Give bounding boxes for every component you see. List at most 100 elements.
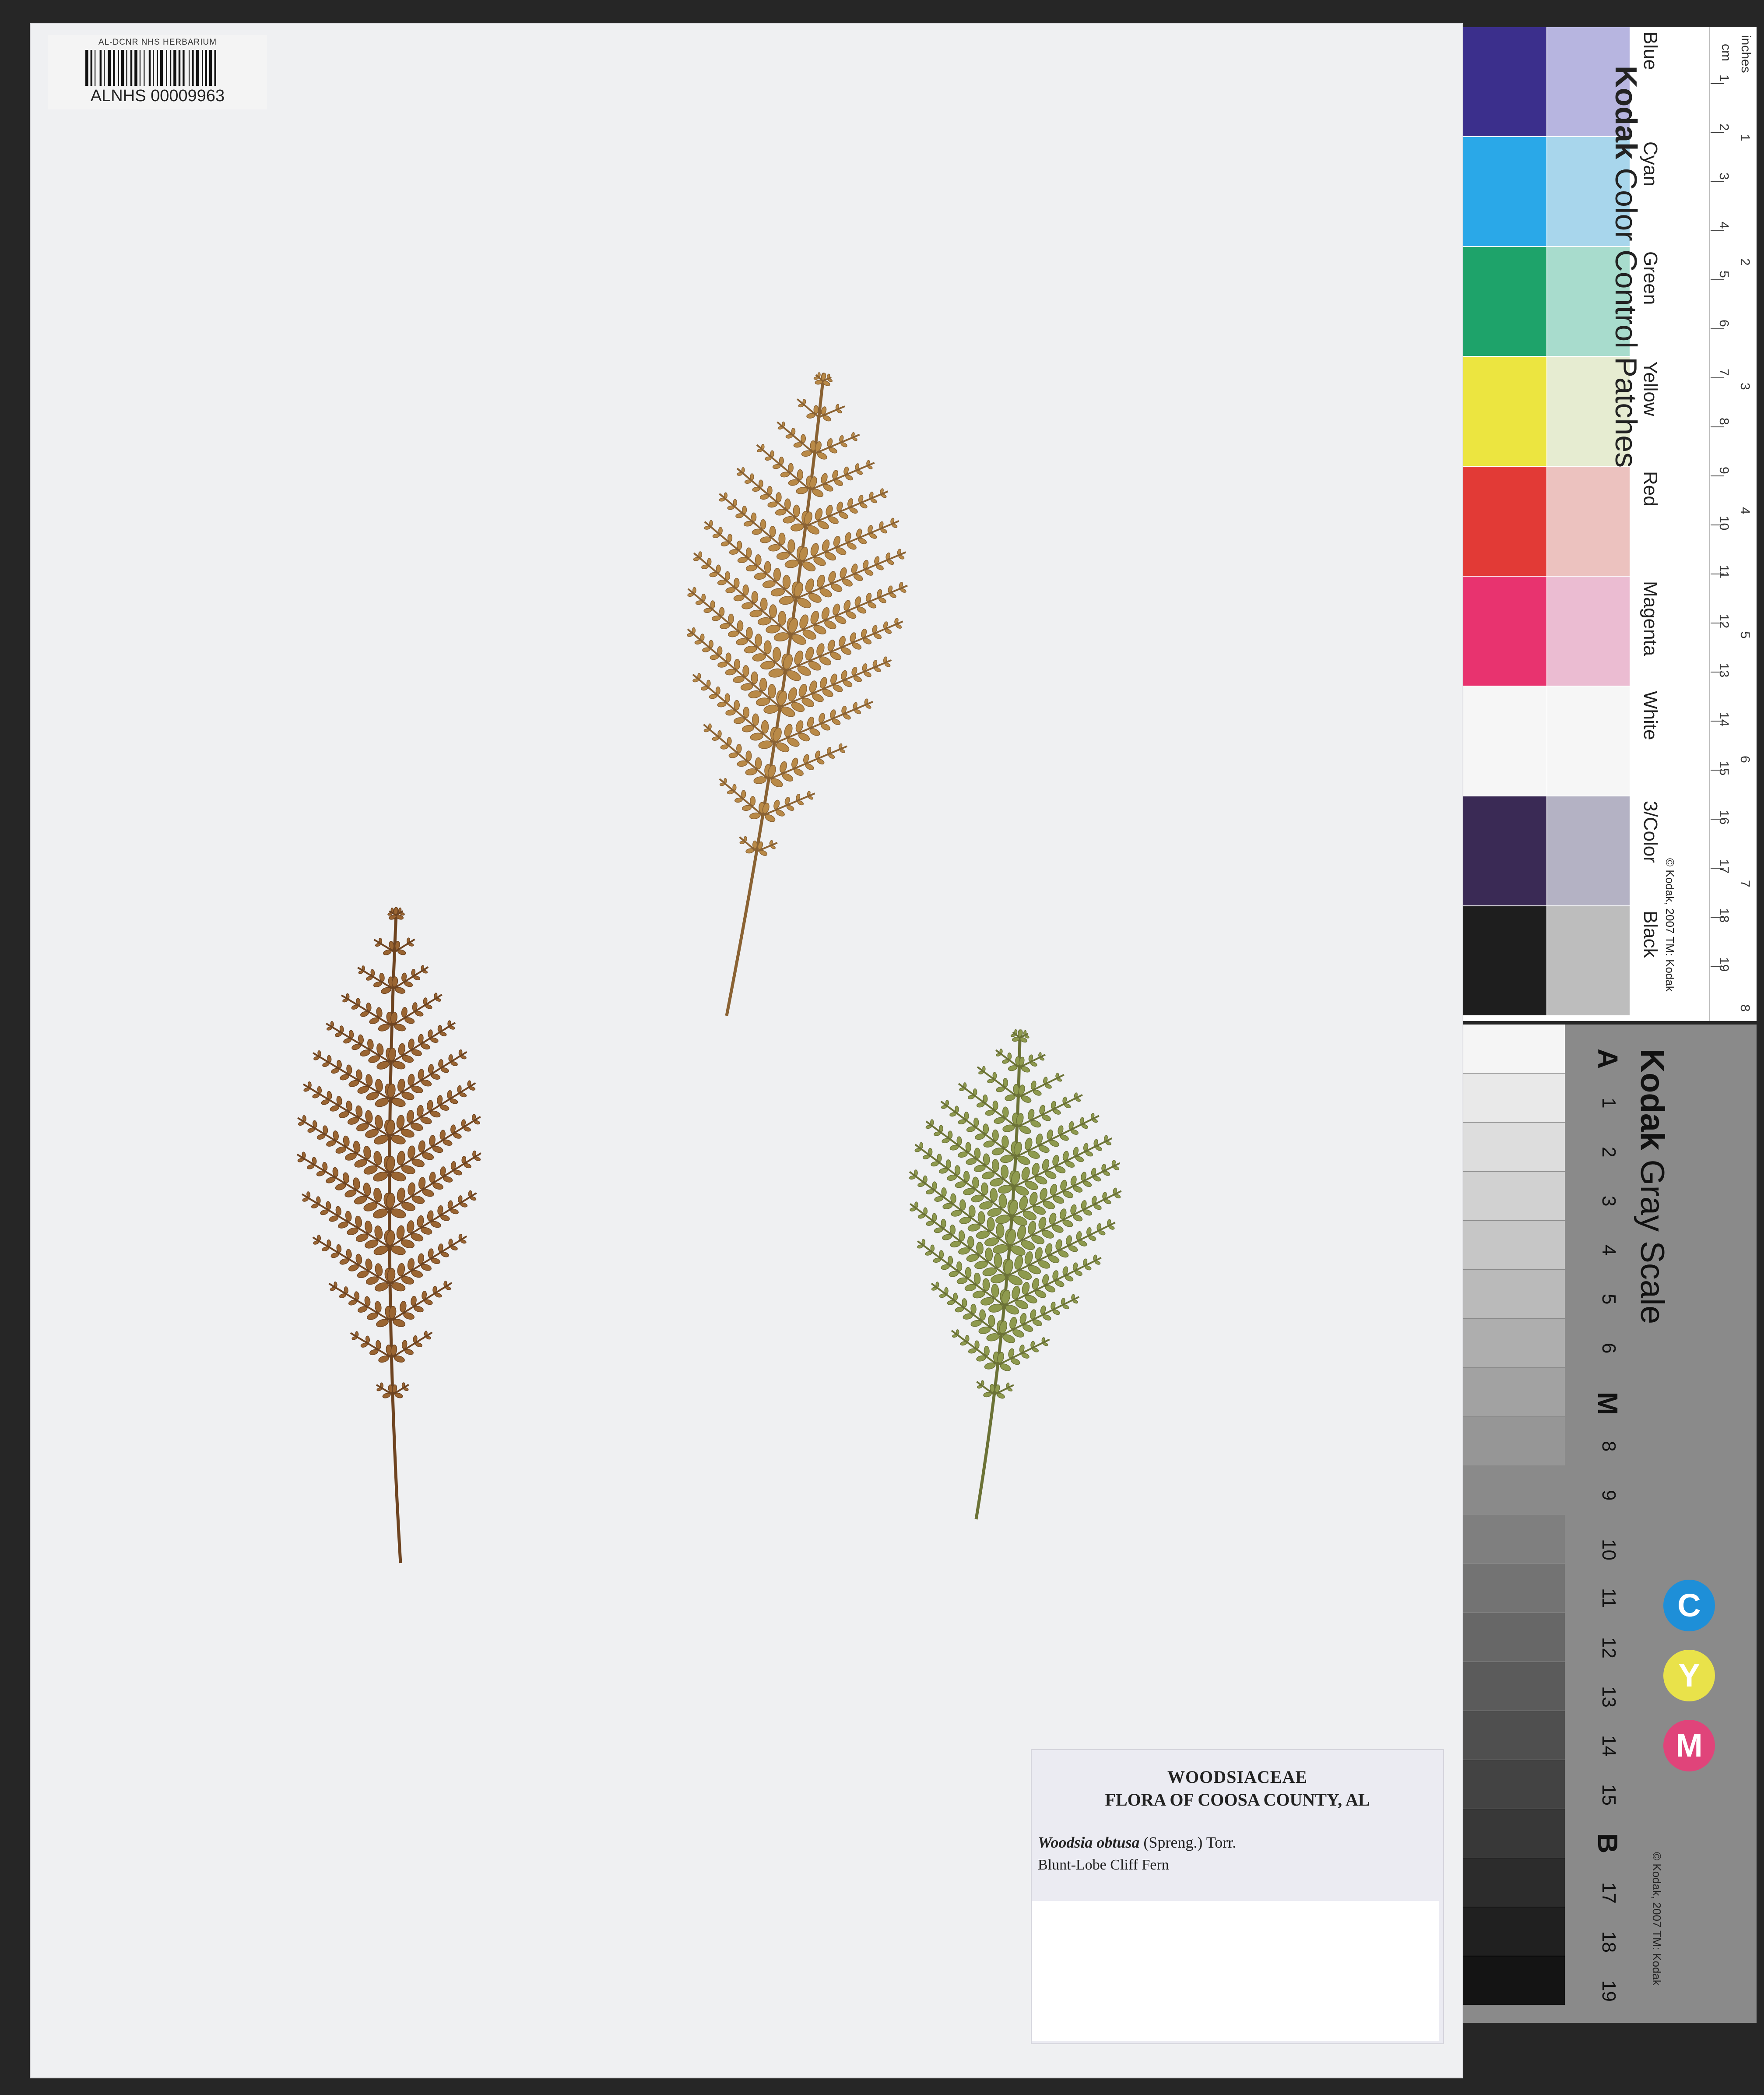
fern-pinna-costa xyxy=(390,1051,467,1101)
fern-pinnule xyxy=(849,507,858,514)
fern-pinnule xyxy=(784,560,799,568)
gray-card-copyright: © Kodak, 2007 TM: Kodak xyxy=(1650,1852,1663,1986)
fern-pinnule xyxy=(735,513,744,518)
fern-pinnule xyxy=(1005,1094,1016,1101)
fern-pinnule xyxy=(944,1287,949,1294)
gray-card-title: Kodak Gray Scale xyxy=(1633,1049,1671,1324)
color-patch-label: White xyxy=(1640,691,1661,740)
fern-pinnule xyxy=(737,620,744,632)
fern-pinnule xyxy=(733,676,745,683)
color-patch-label: Black xyxy=(1640,911,1661,958)
taxon-name: Woodsia obtusa (Spreng.) Torr. xyxy=(1038,1833,1236,1852)
flora-title: FLORA OF COOSA COUNTY, AL xyxy=(1105,1790,1370,1810)
fern-pinnule xyxy=(880,528,887,534)
fern-pinnule xyxy=(470,1196,477,1201)
color-card-title: Kodak Color Control Patches xyxy=(1609,66,1644,468)
fern-pinnule xyxy=(968,1205,976,1218)
fern-pinnule xyxy=(970,1303,977,1314)
fern-pinnule xyxy=(408,943,414,947)
fern-pinnule xyxy=(720,541,729,546)
ruler-number: 10 xyxy=(1717,516,1731,531)
fern-pinnule xyxy=(342,998,348,1003)
fern-pinnule xyxy=(766,624,780,634)
fern-pinnule xyxy=(430,1110,441,1118)
fern-pinnule xyxy=(960,1341,967,1346)
fern-pinnule xyxy=(298,1121,305,1126)
fern-pinnule xyxy=(963,1171,970,1182)
fern-pinnule xyxy=(947,1175,957,1181)
fern-pinnule xyxy=(956,1329,959,1335)
color-patch-light xyxy=(1547,906,1630,1015)
fern-pinnule xyxy=(813,377,819,380)
fern-pinnule xyxy=(863,638,872,644)
fern-pinnule xyxy=(996,1053,1001,1057)
fern-pinnule xyxy=(939,1250,944,1258)
fern-pinnule xyxy=(976,1242,984,1255)
fern-pinnule xyxy=(983,1140,995,1148)
fern-pinnule xyxy=(1008,1065,1018,1071)
fern-pinnule xyxy=(759,494,769,500)
gray-step xyxy=(1463,1564,1565,1613)
fern-pinnule xyxy=(1001,1135,1009,1148)
fern-pinnule xyxy=(931,1161,939,1167)
fern-pinnule xyxy=(739,841,745,845)
fern-pinnule xyxy=(773,647,781,662)
gray-step xyxy=(1463,1074,1565,1122)
fern-pinnule xyxy=(1094,1261,1101,1265)
fern-pinnule xyxy=(717,579,727,585)
fern-pinnule xyxy=(987,1078,994,1084)
fern-pinnule xyxy=(769,604,777,618)
fern-pinnule xyxy=(1095,1146,1102,1151)
ruler-tick xyxy=(1711,279,1724,280)
fern-pinnule xyxy=(955,1106,959,1113)
fern-pinnule xyxy=(404,981,413,987)
fern-pinnule xyxy=(727,534,733,542)
fern-pinnule xyxy=(330,1252,339,1258)
fern-pinnule xyxy=(979,1309,986,1321)
color-patch-yellow xyxy=(1463,357,1546,466)
fern-pinnule xyxy=(740,683,753,691)
fern-pinnule xyxy=(997,1393,1005,1399)
fern-pinnule xyxy=(415,1342,422,1347)
ruler-number: 13 xyxy=(1717,663,1731,678)
color-card-copyright: © Kodak, 2007 TM: Kodak xyxy=(1663,858,1676,992)
fern-pinnule xyxy=(755,634,763,647)
fern-pinnule xyxy=(734,797,743,803)
fern-pinnule xyxy=(404,1349,414,1355)
fern-pinnule xyxy=(449,1025,455,1030)
fern-pinnule xyxy=(357,1306,368,1313)
fern-pinnule xyxy=(694,640,702,645)
fern-pinnule xyxy=(770,450,774,458)
fern-pinnule xyxy=(1072,1299,1079,1304)
fern-pinnule xyxy=(737,760,748,767)
fern-pinnule xyxy=(941,1264,950,1270)
gray-step xyxy=(1463,1711,1565,1760)
fern-pinnule xyxy=(693,557,700,561)
fern-pinnule xyxy=(994,1253,1002,1268)
fern-pinna-costa xyxy=(703,724,770,780)
fern-pinnule xyxy=(727,790,734,795)
fern-pinnule xyxy=(312,1093,320,1099)
ruler-inch-number: 5 xyxy=(1738,631,1752,639)
fern-pinnule xyxy=(351,1005,358,1010)
fern-pinnule xyxy=(930,1244,935,1252)
fern-pinna-costa xyxy=(341,994,393,1027)
fern-pinnule xyxy=(321,1099,330,1105)
gray-step-label: 6 xyxy=(1598,1343,1620,1354)
fern-pinnule xyxy=(965,1267,972,1278)
fern-pinnule xyxy=(926,1189,935,1194)
cym-target-y: Y xyxy=(1663,1650,1715,1701)
fern-pinnule xyxy=(733,595,745,602)
fern-pinnule xyxy=(339,1258,349,1265)
gray-step xyxy=(1463,1760,1565,1809)
fern-pinnule xyxy=(1078,1240,1087,1246)
fern-pinnule xyxy=(914,1201,918,1208)
fern-pinnule xyxy=(1042,1314,1051,1321)
ruler-number: 4 xyxy=(1717,222,1731,229)
fern-pinnule xyxy=(941,1105,947,1109)
gray-step-label: 8 xyxy=(1598,1441,1620,1452)
fern-pinnule xyxy=(474,1120,481,1125)
fern-pinnule xyxy=(745,848,754,854)
fern-pinnule xyxy=(938,1168,948,1174)
fern-pinnule xyxy=(758,479,763,488)
